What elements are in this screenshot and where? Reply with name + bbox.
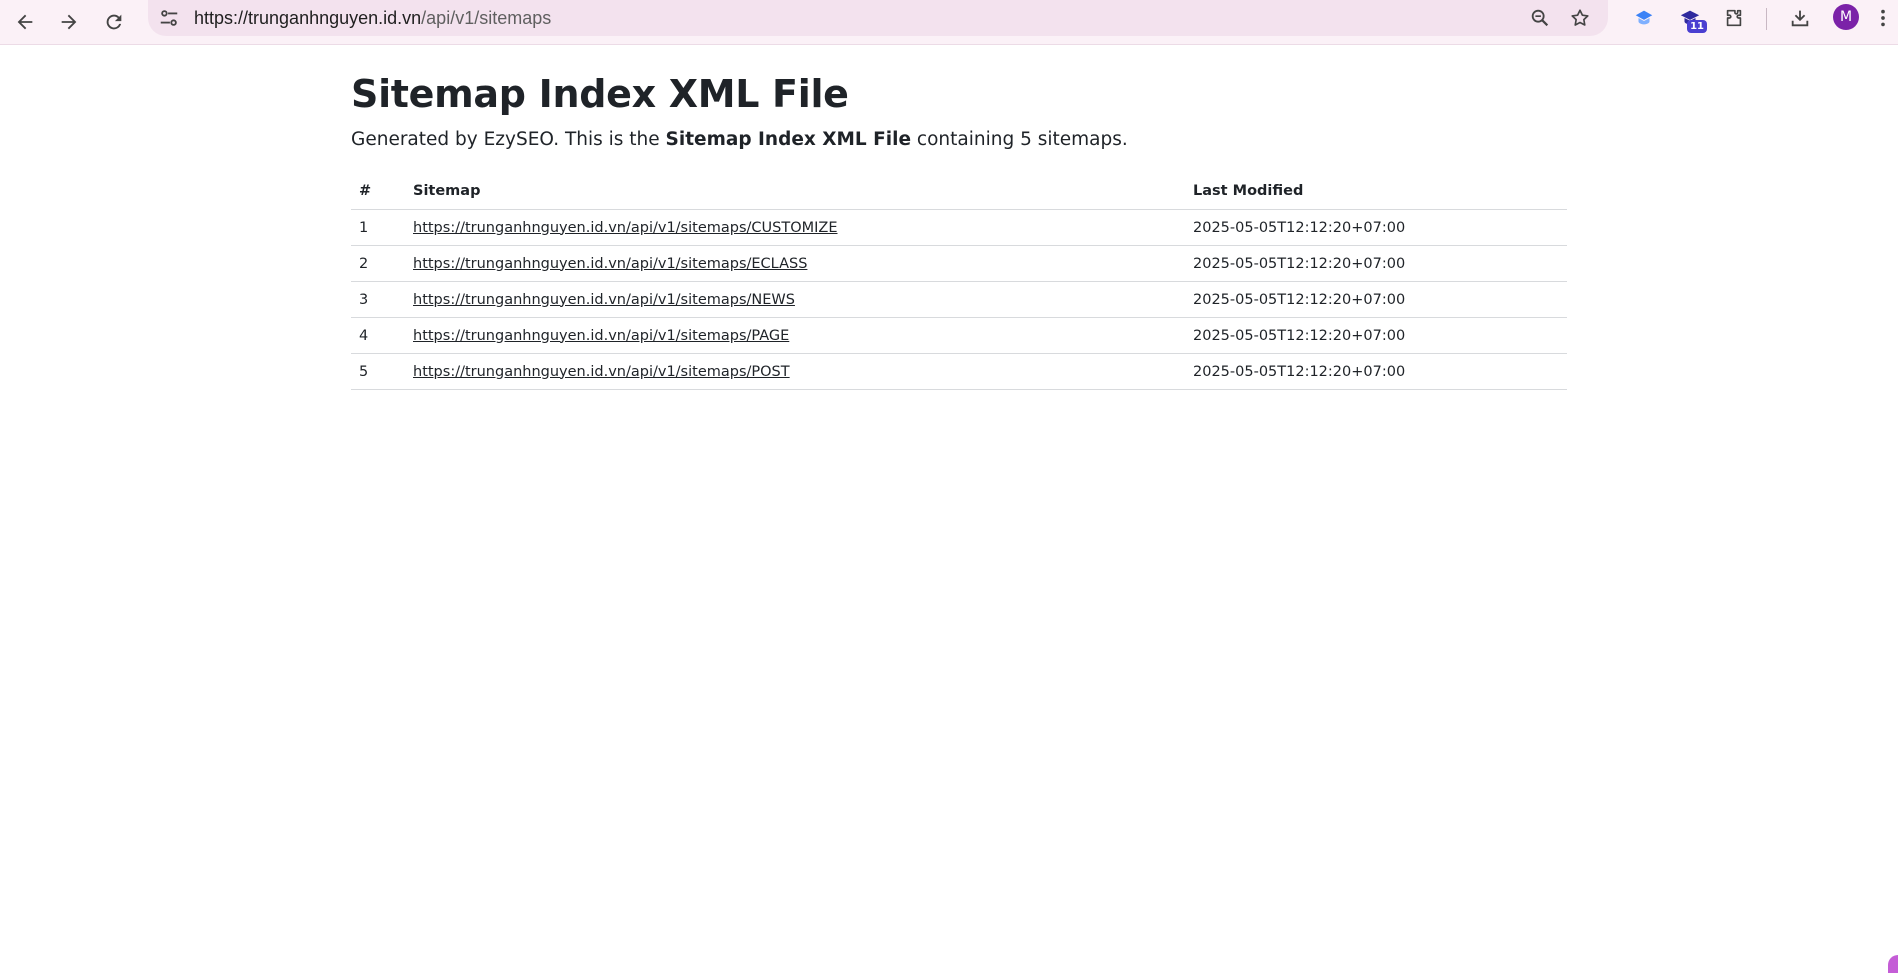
- zoom-icon: [1531, 9, 1549, 27]
- row-sitemap-cell: https://trunganhnguyen.id.vn/api/v1/site…: [405, 209, 1185, 246]
- bookmark-button[interactable]: [1567, 5, 1593, 31]
- extension-graduation-button[interactable]: [1631, 5, 1657, 31]
- table-header-row: # Sitemap Last Modified: [351, 173, 1567, 210]
- extension-graduation-icon: [1635, 10, 1653, 25]
- header-number: #: [351, 173, 405, 210]
- row-number: 4: [351, 317, 405, 354]
- sitemap-link[interactable]: https://trunganhnguyen.id.vn/api/v1/site…: [413, 220, 838, 236]
- sitemap-page: Sitemap Index XML File Generated by EzyS…: [351, 66, 1567, 390]
- reload-icon: [106, 14, 122, 30]
- sitemap-table: # Sitemap Last Modified 1 https://trunga…: [351, 173, 1567, 390]
- url-path: /api/v1/sitemaps: [421, 8, 552, 28]
- back-icon: [17, 14, 33, 30]
- downloads-button[interactable]: [1787, 5, 1813, 31]
- intro-suffix: containing 5 sitemaps.: [911, 129, 1128, 150]
- row-last-modified: 2025-05-05T12:12:20+07:00: [1185, 353, 1567, 390]
- intro-text: Generated by EzySEO. This is the Sitemap…: [351, 126, 1567, 154]
- browser-menu-button[interactable]: [1875, 5, 1891, 31]
- extension-cap-button[interactable]: 11: [1677, 5, 1707, 33]
- row-sitemap-cell: https://trunganhnguyen.id.vn/api/v1/site…: [405, 317, 1185, 354]
- url-host: https://trunganhnguyen.id.vn: [194, 8, 422, 28]
- corner-decoration: [1888, 955, 1898, 973]
- sitemap-link[interactable]: https://trunganhnguyen.id.vn/api/v1/site…: [413, 364, 790, 380]
- table-row: 3 https://trunganhnguyen.id.vn/api/v1/si…: [351, 281, 1567, 318]
- sitemap-link[interactable]: https://trunganhnguyen.id.vn/api/v1/site…: [413, 292, 795, 308]
- download-icon: [1791, 10, 1809, 27]
- back-button[interactable]: [7, 4, 43, 40]
- row-last-modified: 2025-05-05T12:12:20+07:00: [1185, 245, 1567, 282]
- row-sitemap-cell: https://trunganhnguyen.id.vn/api/v1/site…: [405, 353, 1185, 390]
- row-sitemap-cell: https://trunganhnguyen.id.vn/api/v1/site…: [405, 245, 1185, 282]
- site-info-icon[interactable]: [158, 7, 180, 29]
- row-last-modified: 2025-05-05T12:12:20+07:00: [1185, 317, 1567, 354]
- forward-icon: [61, 14, 77, 30]
- intro-prefix: Generated by EzySEO. This is the: [351, 129, 666, 150]
- forward-button[interactable]: [51, 4, 87, 40]
- reload-button[interactable]: [96, 4, 132, 40]
- sitemap-link[interactable]: https://trunganhnguyen.id.vn/api/v1/site…: [413, 256, 807, 272]
- row-number: 5: [351, 353, 405, 390]
- table-row: 2 https://trunganhnguyen.id.vn/api/v1/si…: [351, 245, 1567, 282]
- extension-badge-count: 11: [1687, 20, 1707, 33]
- row-last-modified: 2025-05-05T12:12:20+07:00: [1185, 209, 1567, 246]
- extensions-button[interactable]: [1721, 5, 1747, 31]
- table-row: 1 https://trunganhnguyen.id.vn/api/v1/si…: [351, 209, 1567, 246]
- menu-dots-icon: [1881, 9, 1885, 27]
- bookmark-star-icon: [1571, 9, 1589, 26]
- page-title: Sitemap Index XML File: [351, 72, 849, 116]
- extensions-puzzle-icon: [1726, 9, 1742, 27]
- row-number: 1: [351, 209, 405, 246]
- url-text[interactable]: https://trunganhnguyen.id.vn/api/v1/site…: [194, 7, 551, 29]
- row-sitemap-cell: https://trunganhnguyen.id.vn/api/v1/site…: [405, 281, 1185, 318]
- profile-avatar[interactable]: M: [1833, 4, 1859, 30]
- intro-bold: Sitemap Index XML File: [665, 129, 912, 150]
- address-bar[interactable]: https://trunganhnguyen.id.vn/api/v1/site…: [148, 0, 1608, 36]
- header-sitemap: Sitemap: [405, 173, 1185, 210]
- row-number: 2: [351, 245, 405, 282]
- zoom-button[interactable]: [1527, 5, 1553, 31]
- table-row: 4 https://trunganhnguyen.id.vn/api/v1/si…: [351, 317, 1567, 354]
- table-row: 5 https://trunganhnguyen.id.vn/api/v1/si…: [351, 353, 1567, 390]
- browser-toolbar: https://trunganhnguyen.id.vn/api/v1/site…: [0, 0, 1898, 45]
- row-last-modified: 2025-05-05T12:12:20+07:00: [1185, 281, 1567, 318]
- header-last-modified: Last Modified: [1185, 173, 1567, 210]
- toolbar-divider: [1766, 8, 1767, 30]
- sitemap-link[interactable]: https://trunganhnguyen.id.vn/api/v1/site…: [413, 328, 789, 344]
- row-number: 3: [351, 281, 405, 318]
